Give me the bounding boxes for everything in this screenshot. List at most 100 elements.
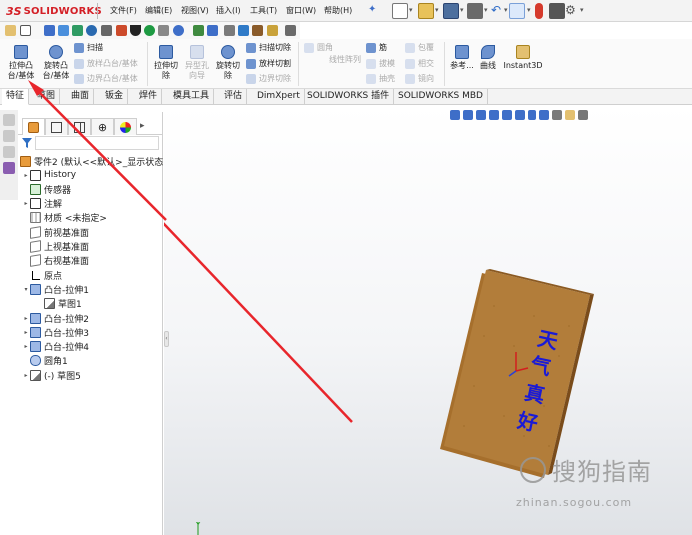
mirror-button[interactable]: 镜向 (405, 73, 434, 84)
save-icon[interactable] (443, 3, 459, 19)
menu-file[interactable]: 文件(F) (110, 5, 137, 16)
search-icon[interactable] (224, 25, 235, 36)
tab-dimxpert[interactable]: DimXpert (253, 89, 305, 105)
folder-icon[interactable] (3, 146, 15, 158)
magnet-icon[interactable] (5, 25, 16, 36)
dynamic-annotation-icon[interactable] (502, 110, 512, 120)
chevron-right-icon[interactable]: ▸ (22, 172, 30, 179)
chevron-right-icon[interactable]: ▸ (140, 121, 145, 131)
curves-button[interactable]: 曲线 (476, 45, 500, 71)
section-view-icon[interactable] (489, 110, 499, 120)
tab-surfaces[interactable]: 曲面 (67, 89, 95, 105)
solidworks-logo[interactable]: 3S SOLIDWORKS (6, 4, 102, 18)
tab-property-manager[interactable] (45, 118, 68, 135)
tab-weldments[interactable]: 焊件 (135, 89, 163, 105)
extrude-boss-button[interactable]: 拉伸凸 台/基体 (4, 45, 38, 81)
clipboard-icon[interactable] (252, 25, 263, 36)
tab-mold-tools[interactable]: 模具工具 (169, 89, 215, 105)
tree-item[interactable]: ▸ 凸台-拉伸4 (22, 340, 89, 354)
reference-geometry-button[interactable]: 参考... (448, 45, 476, 71)
chevron-down-icon[interactable]: ▾ (22, 286, 30, 293)
filter-icon[interactable] (3, 114, 15, 126)
chevron-right-icon[interactable]: ▸ (22, 372, 30, 379)
tree-root[interactable]: 零件2 (默认<<默认>_显示状态 (20, 154, 163, 168)
tree-item[interactable]: ▾ 凸台-拉伸1 (22, 282, 89, 296)
wrench-icon[interactable] (3, 162, 15, 174)
settings-icon[interactable] (101, 25, 112, 36)
zoom-to-fit-icon[interactable] (450, 110, 460, 120)
bowl-icon[interactable] (130, 25, 141, 36)
previous-view-icon[interactable] (476, 110, 486, 120)
tree-item[interactable]: 原点 (22, 268, 62, 282)
fillet-button[interactable]: 圆角 (304, 42, 333, 53)
file-properties-icon[interactable] (549, 3, 565, 19)
chevron-down-icon[interactable]: ▾ (504, 6, 508, 14)
chevron-right-icon[interactable]: ▸ (22, 329, 30, 336)
draft-button[interactable]: 拔模 (366, 58, 395, 69)
sweep-button[interactable]: 扫描 (74, 42, 103, 53)
tree-item[interactable]: ▸ (-) 草图5 (22, 368, 81, 382)
tab-sketch[interactable]: 草图 (33, 89, 61, 105)
pin-icon[interactable]: ✦ (368, 4, 376, 15)
display-icon[interactable] (207, 25, 218, 36)
intersect-button[interactable]: 相交 (405, 58, 434, 69)
wrap-button[interactable]: 包覆 (405, 42, 434, 53)
chevron-down-icon[interactable]: ▾ (484, 6, 488, 14)
menu-tools[interactable]: 工具(T) (250, 5, 277, 16)
grid-icon[interactable] (20, 25, 31, 36)
menu-insert[interactable]: 插入(I) (216, 5, 241, 16)
linear-pattern-button[interactable]: 线性阵列 (329, 54, 361, 65)
layers-icon[interactable] (58, 25, 69, 36)
zoom-area-icon[interactable] (463, 110, 473, 120)
new-document-icon[interactable] (392, 3, 408, 19)
tree-item[interactable]: 草图1 (36, 297, 82, 311)
lofted-cut-button[interactable]: 放样切割 (246, 58, 291, 69)
hide-show-icon[interactable] (539, 110, 549, 120)
swept-cut-button[interactable]: 扫描切除 (246, 42, 291, 53)
chevron-down-icon[interactable]: ▾ (435, 6, 439, 14)
loft-boss-button[interactable]: 放样凸台/基体 (74, 58, 138, 69)
sphere-icon[interactable] (173, 25, 184, 36)
tab-feature-tree[interactable] (22, 118, 45, 135)
chevron-down-icon[interactable]: ▾ (460, 6, 464, 14)
filter-input[interactable] (35, 136, 159, 150)
zoom-icon[interactable] (238, 25, 249, 36)
tab-configuration-manager[interactable] (68, 118, 91, 135)
boundary-cut-button[interactable]: 边界切除 (246, 73, 291, 84)
tab-dimxpert-manager[interactable]: ⊕ (91, 118, 114, 135)
color-icon[interactable] (116, 25, 127, 36)
menu-help[interactable]: 帮助(H) (324, 5, 352, 16)
tree-item[interactable]: 圆角1 (22, 354, 68, 368)
tree-item[interactable]: ▸ History (22, 168, 76, 182)
tab-evaluate[interactable]: 评估 (220, 89, 248, 105)
print-icon[interactable] (467, 3, 483, 19)
gear-icon[interactable]: ⚙ (565, 3, 581, 19)
camera-icon[interactable] (193, 25, 204, 36)
menu-view[interactable]: 视图(V) (181, 5, 209, 16)
view-settings-icon[interactable] (578, 110, 588, 120)
mm-icon[interactable] (158, 25, 169, 36)
monitor-icon[interactable] (44, 25, 55, 36)
layout-icon[interactable] (3, 130, 15, 142)
tab-solidworks-mbd[interactable]: SOLIDWORKS MBD (394, 89, 488, 105)
tab-features[interactable]: 特征 (2, 89, 30, 105)
tab-solidworks-addins[interactable]: SOLIDWORKS 插件 (303, 89, 395, 105)
funnel-icon[interactable] (22, 138, 32, 148)
tree-item[interactable]: 前视基准面 (22, 225, 89, 239)
chevron-right-icon[interactable]: ▸ (22, 343, 30, 350)
rib-button[interactable]: 筋 (366, 42, 387, 53)
select-cursor-icon[interactable] (509, 3, 525, 19)
note-icon[interactable] (267, 25, 278, 36)
chevron-down-icon[interactable]: ▾ (527, 6, 531, 14)
menu-window[interactable]: 窗口(W) (286, 5, 316, 16)
boundary-boss-button[interactable]: 边界凸台/基体 (74, 73, 138, 84)
apply-scene-icon[interactable] (565, 110, 575, 120)
revolve-boss-button[interactable]: 旋转凸 台/基体 (39, 45, 73, 81)
instant3d-button[interactable]: Instant3D (502, 45, 544, 71)
undo-icon[interactable]: ↶ (491, 3, 503, 19)
extrude-cut-button[interactable]: 拉伸切 除 (150, 45, 182, 81)
hole-wizard-button[interactable]: 异型孔 向导 (181, 45, 213, 81)
tree-item[interactable]: ▸ 注解 (22, 197, 62, 211)
view-orientation-icon[interactable] (515, 110, 525, 120)
revolve-cut-button[interactable]: 旋转切 除 (212, 45, 244, 81)
